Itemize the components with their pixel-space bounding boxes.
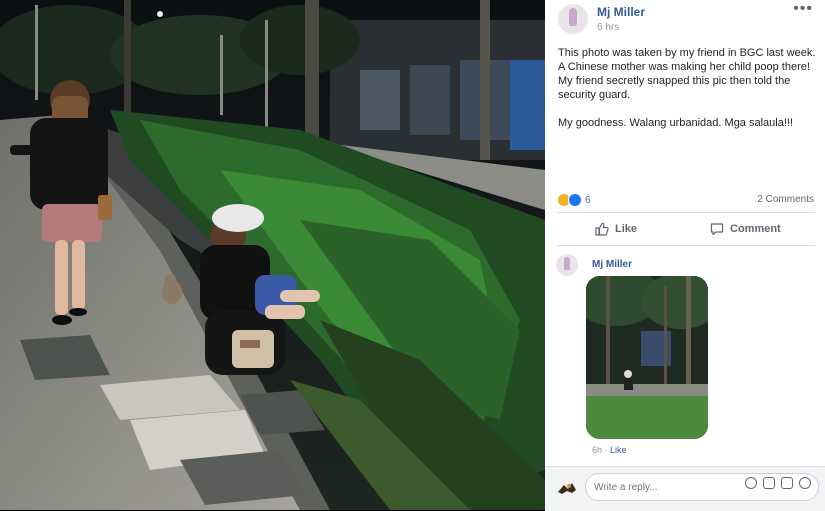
comment-timestamp[interactable]: 6h — [592, 445, 602, 455]
post-timestamp[interactable]: 6 hrs — [597, 22, 619, 33]
comment-photo[interactable] — [586, 276, 708, 439]
comment-label: Comment — [730, 223, 781, 235]
comment-button[interactable]: Comment — [710, 219, 781, 239]
camera-icon[interactable] — [763, 477, 775, 489]
comment-bubble-icon — [710, 223, 724, 236]
thumbs-up-icon — [595, 222, 609, 236]
comment-author-name[interactable]: Mj Miller — [592, 259, 632, 270]
emoji-icon[interactable] — [745, 477, 757, 489]
comment-meta: 6h · Like — [592, 445, 627, 455]
author-avatar[interactable] — [558, 4, 588, 34]
gif-icon[interactable] — [781, 477, 793, 489]
comments-count-link[interactable]: 2 Comments — [757, 194, 814, 205]
post-author-name[interactable]: Mj Miller — [597, 5, 645, 19]
reaction-count: 6 — [585, 194, 591, 206]
commenter-avatar[interactable] — [556, 254, 578, 276]
like-reaction-icon — [568, 193, 582, 207]
post-photo[interactable] — [0, 0, 545, 510]
current-user-avatar[interactable] — [555, 476, 579, 500]
more-options-icon[interactable]: ••• — [793, 0, 813, 18]
post-panel: Mj Miller 6 hrs ••• This photo was taken… — [545, 0, 825, 511]
avatar-figure — [564, 257, 570, 270]
reply-tools — [745, 477, 811, 489]
sticker-icon[interactable] — [799, 477, 811, 489]
divider — [557, 212, 815, 213]
like-button[interactable]: Like — [595, 219, 637, 239]
like-label: Like — [615, 223, 638, 235]
comment-like-link[interactable]: Like — [610, 445, 627, 455]
reaction-summary[interactable]: 6 — [557, 193, 591, 207]
avatar-figure — [569, 8, 577, 26]
post-text: This photo was taken by my friend in BGC… — [558, 47, 816, 129]
meta-separator: · — [602, 445, 611, 455]
